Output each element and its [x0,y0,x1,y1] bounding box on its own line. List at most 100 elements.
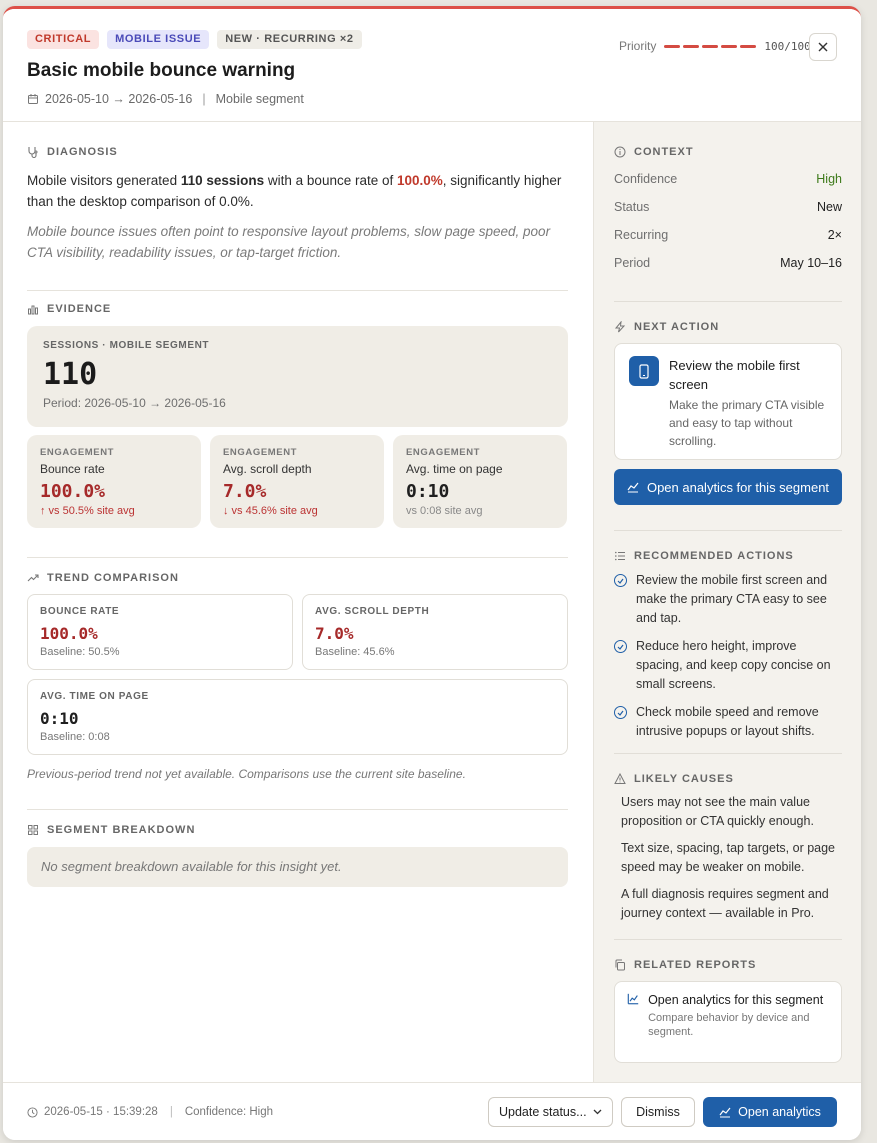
card-value: 100.0% [40,481,106,502]
modal-footer: 2026-05-15 · 15:39:28 | Confidence: High… [3,1082,861,1140]
context-row-period: Period May 10–16 [614,256,842,270]
diagnosis-text: Mobile visitors generated 110 sessions w… [27,170,567,212]
main-content: DIAGNOSIS Mobile visitors generated 110 … [3,122,593,1082]
diagnosis-text-1: Mobile visitors generated [27,173,181,188]
related-report-card[interactable]: Open analytics for this segment Compare … [614,981,842,1063]
trend-card-value: 0:10 [40,709,79,728]
divider [27,557,568,558]
sessions-highlight: 110 sessions [180,173,265,188]
critical-badge: CRITICAL [27,30,100,49]
context-key: Confidence [614,172,678,186]
next-action-header: NEXT ACTION [614,321,842,333]
lightning-icon [614,321,626,333]
card-comparison: ↑ vs 50.5% site avg [40,505,135,517]
recommended-section: RECOMMENDED ACTIONS Review the mobile fi… [614,550,842,741]
diagnosis-text-2: with a bounce rate of [264,173,397,188]
dismiss-button[interactable]: Dismiss [621,1097,695,1127]
segment-header: SEGMENT BREAKDOWN [27,824,568,836]
recommended-item: Reduce hero height, improve spacing, and… [614,637,842,694]
evidence-header: EVIDENCE [27,303,568,315]
trend-card-value: 100.0% [40,624,98,643]
info-icon [614,146,626,158]
recurring-badge: NEW · RECURRING ×2 [217,30,362,49]
mobile-issue-badge: MOBILE ISSUE [107,30,210,49]
context-row-recurring: Recurring 2× [614,228,842,242]
sessions-value: 110 [43,357,98,392]
next-action-section: NEXT ACTION Review the mobile first scre… [614,321,842,505]
recommended-text: Review the mobile first screen and make … [636,573,828,625]
priority-indicator: Priority 100/100 [619,39,811,53]
card-value: 7.0% [223,481,267,502]
trend-card-baseline: Baseline: 0:08 [40,731,110,743]
sessions-card-label: SESSIONS · MOBILE SEGMENT [43,340,210,351]
recommended-item: Review the mobile first screen and make … [614,571,842,628]
copy-icon [615,959,625,971]
priority-bar [664,44,757,48]
engagement-cards: ENGAGEMENT Bounce rate 100.0% ↑ vs 50.5%… [27,435,568,528]
context-section: CONTEXT Confidence High Status New Recurri… [614,146,842,270]
open-analytics-label: Open analytics [738,1105,821,1119]
footer-meta: 2026-05-15 · 15:39:28 | Confidence: High [27,1106,273,1118]
trend-time-card: AVG. TIME ON PAGE 0:10 Baseline: 0:08 [27,679,568,755]
related-report-title: Open analytics for this segment [648,993,824,1007]
open-analytics-button[interactable]: Open analytics [703,1097,837,1127]
context-value: May 10–16 [780,256,842,270]
badge-row: CRITICAL MOBILE ISSUE NEW · RECURRING ×2 [27,30,362,49]
bounce-highlight: 100.0% [397,173,443,188]
date-range: 2026-05-10 → 2026-05-16 [45,92,193,106]
context-label: CONTEXT [634,146,694,158]
grid-icon [28,825,38,835]
segment-label: SEGMENT BREAKDOWN [47,824,196,836]
analytics-icon [627,993,639,1005]
chart-icon [719,1107,731,1118]
recommended-item: Check mobile speed and remove intrusive … [614,703,842,741]
evidence-label: EVIDENCE [47,303,112,315]
cause-item: Users may not see the main value proposi… [621,795,814,828]
close-button[interactable] [809,33,837,61]
sidebar-divider [614,301,842,302]
next-action-card: Review the mobile first screen Make the … [614,343,842,460]
footer-confidence: Confidence: High [184,1106,274,1118]
context-row-confidence: Confidence High [614,172,842,186]
trend-card-label: AVG. TIME ON PAGE [40,691,149,702]
causes-header: LIKELY CAUSES [614,773,842,785]
context-row-status: Status New [614,200,842,214]
mobile-phone-icon [629,356,659,386]
next-action-label: NEXT ACTION [634,321,720,333]
warning-icon [614,773,626,784]
cause-item: A full diagnosis requires segment and jo… [621,887,829,920]
bounce-rate-card: ENGAGEMENT Bounce rate 100.0% ↑ vs 50.5%… [27,435,201,528]
card-label: ENGAGEMENT [406,447,481,458]
context-value: 2× [827,228,842,242]
stethoscope-icon [28,147,38,158]
chart-icon [627,482,639,493]
card-name: Avg. scroll depth [223,462,312,476]
card-label: ENGAGEMENT [40,447,115,458]
status-select[interactable]: Update status... [488,1097,613,1127]
causes-label: LIKELY CAUSES [634,773,734,785]
page-title: Basic mobile bounce warning [27,60,296,81]
trend-card-value: 7.0% [315,624,354,643]
trend-card-label: AVG. SCROLL DEPTH [315,606,430,617]
recommended-text: Check mobile speed and remove intrusive … [636,705,819,738]
chevron-down-icon [593,1109,602,1115]
context-value: High [816,172,842,186]
card-comparison: ↓ vs 45.6% site avg [223,505,318,517]
meta-separator: | [202,92,206,106]
trend-grid: BOUNCE RATE 100.0% Baseline: 50.5% AVG. … [27,594,568,755]
calendar-icon [28,94,38,104]
recommended-header: RECOMMENDED ACTIONS [614,550,842,562]
next-action-title: Review the mobile first screen [669,358,800,392]
clock-icon [27,1106,38,1118]
open-segment-analytics-label: Open analytics for this segment [646,479,830,495]
sidebar-divider [614,939,842,940]
check-circle-icon [614,706,627,719]
evidence-section: EVIDENCE SESSIONS · MOBILE SEGMENT 110 P… [27,303,568,528]
sidebar-divider [614,530,842,531]
open-segment-analytics-button[interactable]: Open analytics for this segment [614,469,842,505]
context-value: New [816,200,842,214]
check-circle-icon [614,574,627,587]
segment-section: SEGMENT BREAKDOWN No segment breakdown a… [27,824,568,887]
bar-chart-icon [28,305,38,315]
priority-value: 100/100 [764,39,811,53]
